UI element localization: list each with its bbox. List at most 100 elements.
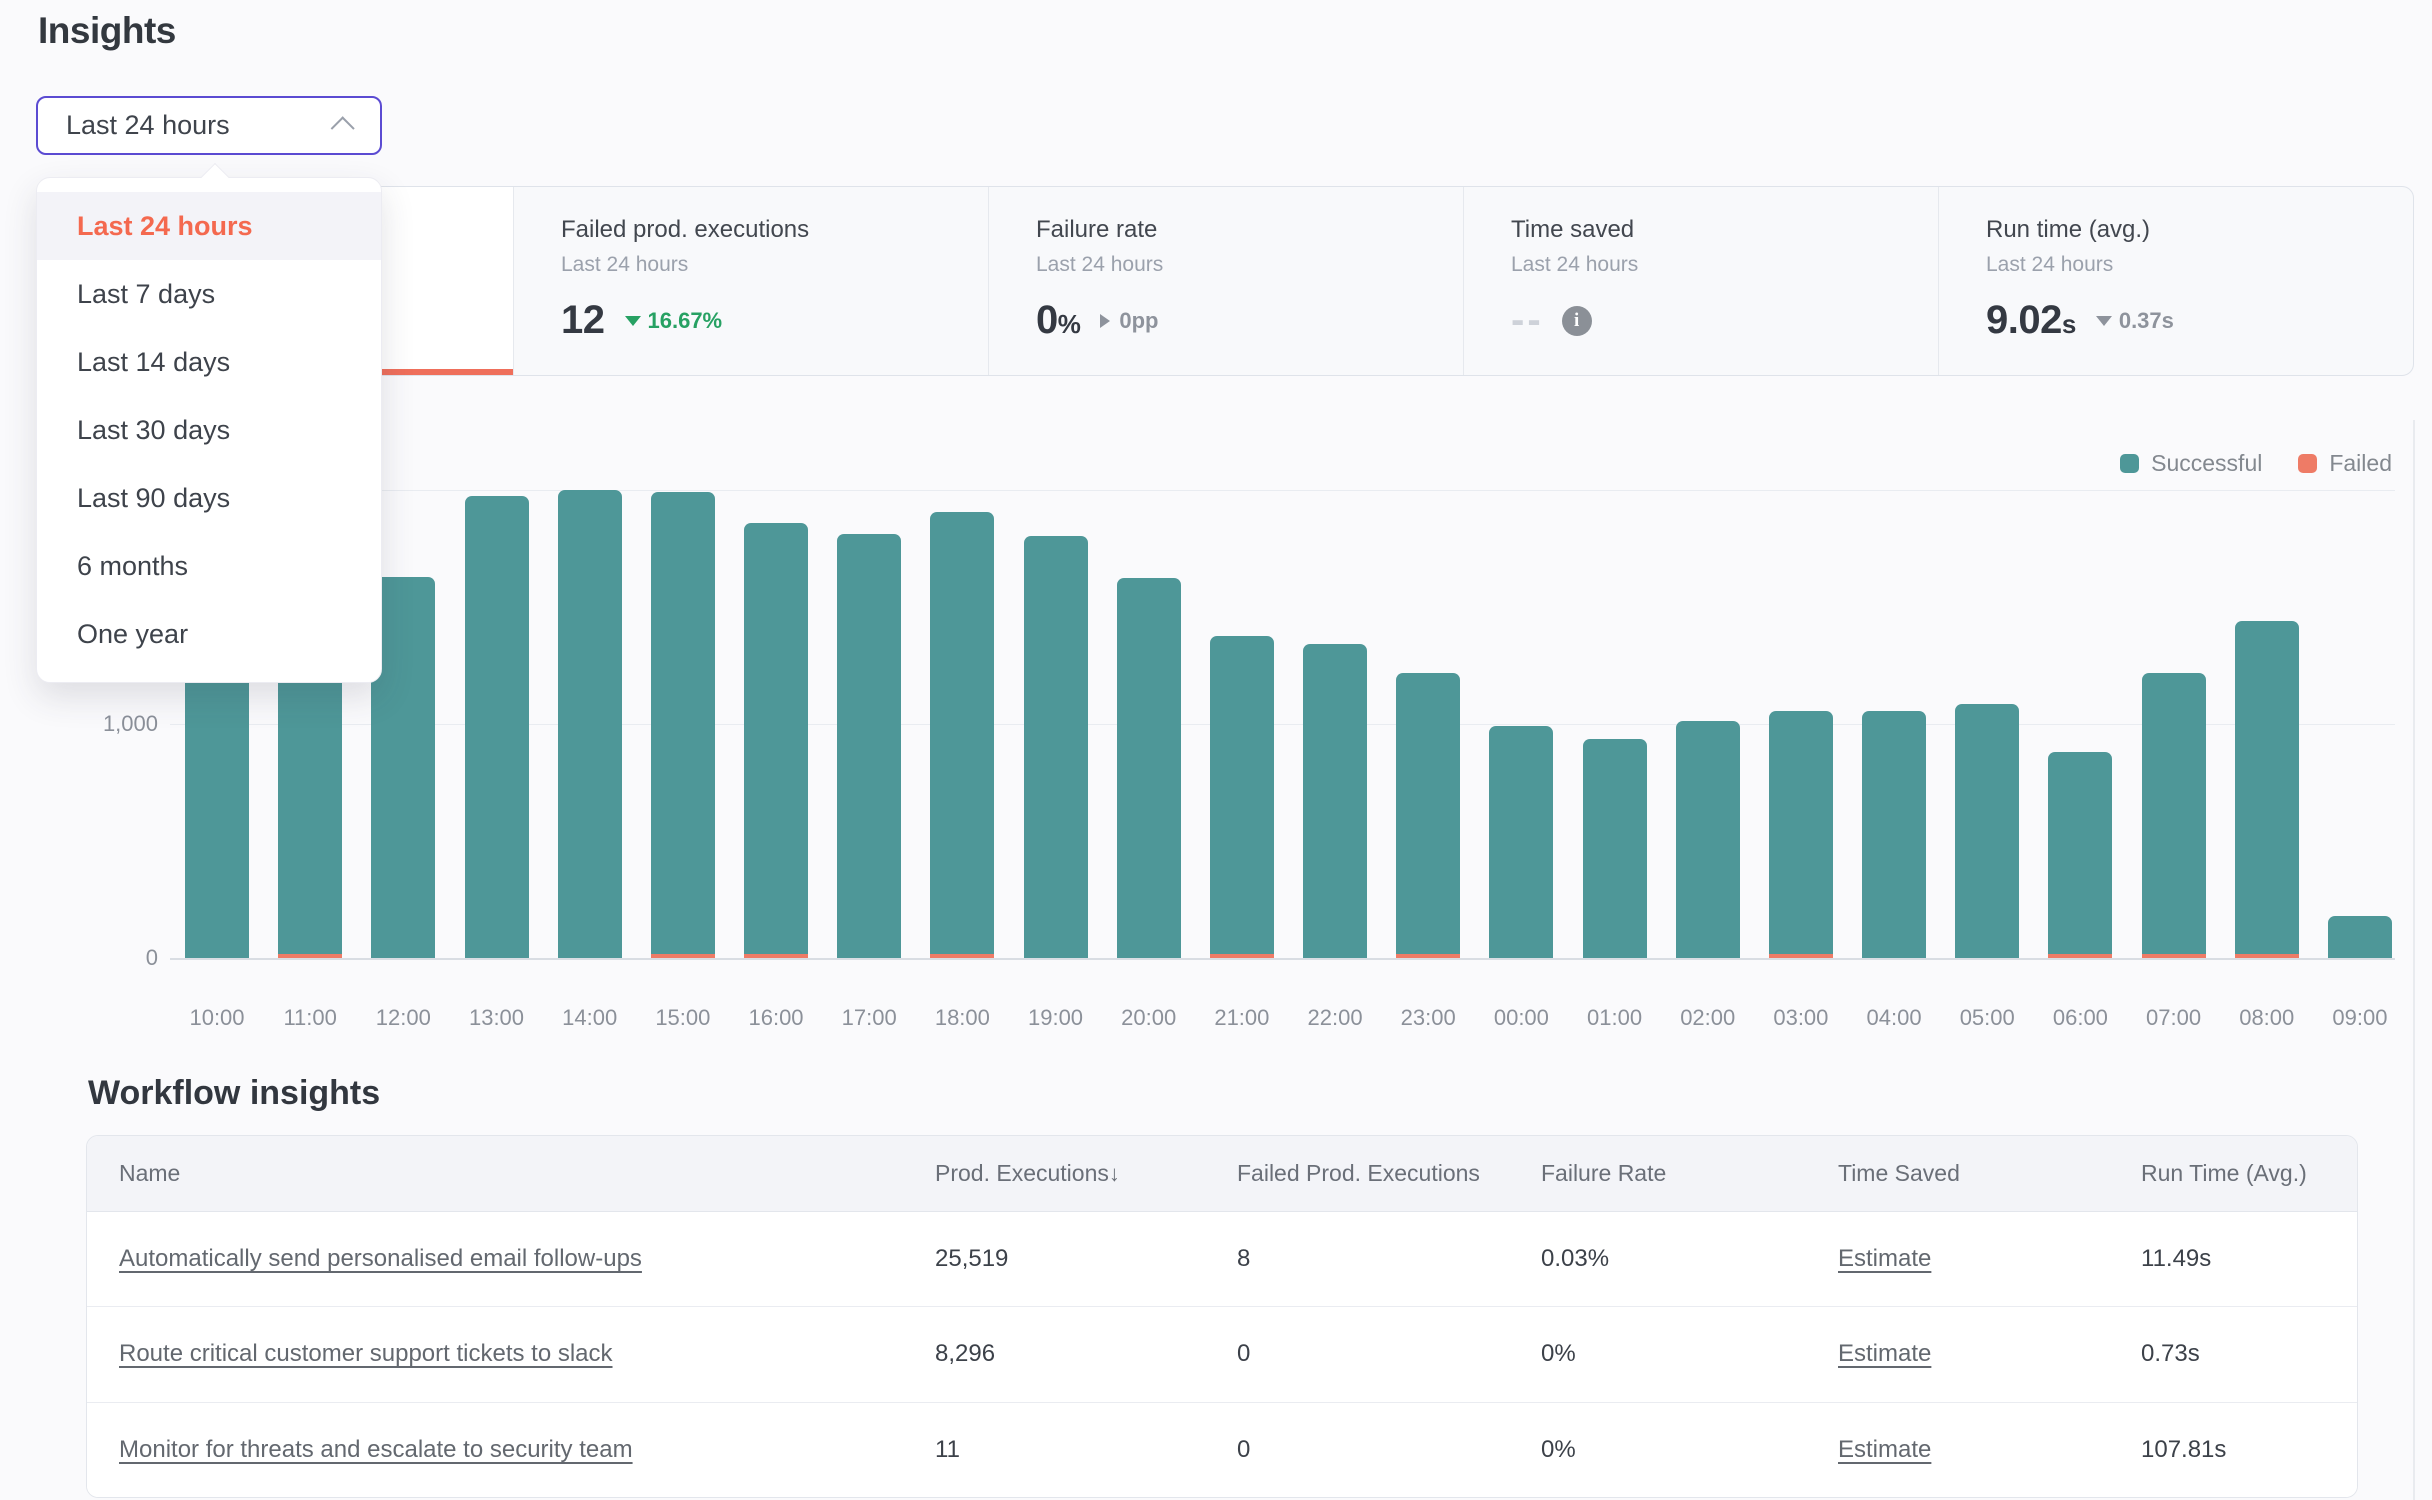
card-delta-text: 0.37s bbox=[2119, 308, 2174, 334]
table-row: Route critical customer support tickets … bbox=[87, 1307, 2357, 1402]
bar-failed-segment bbox=[1210, 954, 1274, 958]
bar-failed-segment bbox=[2142, 954, 2206, 958]
bar-01:00[interactable] bbox=[1583, 739, 1647, 958]
card-failure-rate[interactable]: Failure rate Last 24 hours 0% 0pp bbox=[988, 187, 1463, 375]
menu-option-one-year[interactable]: One year bbox=[37, 600, 381, 668]
card-value: 0% bbox=[1036, 298, 1080, 343]
bar-failed-segment bbox=[1769, 954, 1833, 958]
bar-23:00[interactable] bbox=[1396, 673, 1460, 958]
bar-09:00[interactable] bbox=[2328, 916, 2392, 958]
scrollbar-track[interactable] bbox=[2413, 420, 2415, 1500]
bar-17:00[interactable] bbox=[837, 534, 901, 958]
workflow-name-cell: Monitor for threats and escalate to secu… bbox=[87, 1436, 903, 1464]
menu-option-last-90-days[interactable]: Last 90 days bbox=[37, 464, 381, 532]
bar-07:00[interactable] bbox=[2142, 673, 2206, 958]
triangle-down-icon bbox=[625, 316, 641, 326]
legend-swatch-successful bbox=[2120, 454, 2139, 473]
bar-00:00[interactable] bbox=[1489, 726, 1553, 958]
menu-caret bbox=[201, 163, 229, 191]
bar-failed-segment bbox=[1396, 954, 1460, 958]
bar-13:00[interactable] bbox=[465, 496, 529, 958]
bar-05:00[interactable] bbox=[1955, 704, 2019, 958]
card-failed-prod-executions[interactable]: Failed prod. executions Last 24 hours 12… bbox=[513, 187, 988, 375]
info-icon[interactable]: i bbox=[1562, 306, 1592, 336]
workflow-insights-heading: Workflow insights bbox=[88, 1074, 380, 1113]
card-run-time-avg[interactable]: Run time (avg.) Last 24 hours 9.02s 0.37… bbox=[1938, 187, 2413, 375]
card-title: Failure rate bbox=[1036, 215, 1423, 245]
workflow-link[interactable]: Automatically send personalised email fo… bbox=[119, 1245, 642, 1272]
cell-time-saved: Estimate bbox=[1806, 1436, 2109, 1464]
estimate-link[interactable]: Estimate bbox=[1838, 1436, 1931, 1463]
bar-20:00[interactable] bbox=[1117, 578, 1181, 958]
menu-option-last-24-hours[interactable]: Last 24 hours bbox=[37, 192, 381, 260]
cell-prod_executions: 11 bbox=[903, 1436, 1205, 1464]
card-title: Time saved bbox=[1511, 215, 1898, 245]
bar-16:00[interactable] bbox=[744, 523, 808, 958]
bar-failed-segment bbox=[278, 954, 342, 958]
y-axis-tick-1,000: 1,000 bbox=[38, 711, 158, 737]
column-header-prod-executions[interactable]: Prod. Executions↓ bbox=[903, 1160, 1205, 1187]
bar-14:00[interactable] bbox=[558, 490, 622, 958]
bar-15:00[interactable] bbox=[651, 492, 715, 958]
bar-18:00[interactable] bbox=[930, 512, 994, 958]
legend-label: Failed bbox=[2329, 450, 2392, 477]
cell-failed_prod_executions: 0 bbox=[1205, 1340, 1509, 1368]
x-axis-label-09:00: 09:00 bbox=[2305, 1005, 2415, 1031]
bar-03:00[interactable] bbox=[1769, 711, 1833, 958]
cell-run-time: 11.49s bbox=[2109, 1245, 2357, 1273]
bar-08:00[interactable] bbox=[2235, 621, 2299, 958]
workflow-link[interactable]: Route critical customer support tickets … bbox=[119, 1340, 613, 1367]
cell-time-saved: Estimate bbox=[1806, 1340, 2109, 1368]
triangle-down-icon bbox=[2096, 316, 2112, 326]
bar-failed-segment bbox=[2235, 954, 2299, 958]
card-delta: 0pp bbox=[1100, 308, 1158, 334]
y-axis-tick-0: 0 bbox=[38, 945, 158, 971]
menu-option-last-7-days[interactable]: Last 7 days bbox=[37, 260, 381, 328]
menu-option-last-30-days[interactable]: Last 30 days bbox=[37, 396, 381, 464]
cell-failed_prod_executions: 0 bbox=[1205, 1436, 1509, 1464]
gridline-2000 bbox=[170, 490, 2395, 491]
card-subtitle: Last 24 hours bbox=[1986, 253, 2373, 277]
bar-04:00[interactable] bbox=[1862, 711, 1926, 958]
column-header-failed-prod-executions[interactable]: Failed Prod. Executions bbox=[1205, 1160, 1509, 1187]
bar-02:00[interactable] bbox=[1676, 721, 1740, 959]
bar-failed-segment bbox=[2048, 954, 2112, 958]
bar-19:00[interactable] bbox=[1024, 536, 1088, 958]
workflow-name-cell: Route critical customer support tickets … bbox=[87, 1340, 903, 1368]
bar-21:00[interactable] bbox=[1210, 636, 1274, 958]
column-header-run-time-avg-[interactable]: Run Time (Avg.) bbox=[2109, 1160, 2357, 1187]
card-value-unit: % bbox=[1058, 309, 1081, 339]
column-header-failure-rate[interactable]: Failure Rate bbox=[1509, 1160, 1806, 1187]
legend-item-successful[interactable]: Successful bbox=[2120, 450, 2262, 477]
card-subtitle: Last 24 hours bbox=[1511, 253, 1898, 277]
bar-06:00[interactable] bbox=[2048, 752, 2112, 958]
summary-cards-row: Failed prod. executions Last 24 hours 12… bbox=[38, 186, 2414, 376]
bar-failed-segment bbox=[930, 954, 994, 958]
card-value-unit: s bbox=[2062, 309, 2076, 339]
page-title: Insights bbox=[38, 10, 176, 52]
triangle-right-icon bbox=[1100, 314, 1110, 328]
estimate-link[interactable]: Estimate bbox=[1838, 1245, 1931, 1272]
x-axis-line bbox=[170, 958, 2395, 960]
period-select[interactable]: Last 24 hours bbox=[36, 96, 382, 155]
cell-prod_executions: 8,296 bbox=[903, 1340, 1205, 1368]
workflow-link[interactable]: Monitor for threats and escalate to secu… bbox=[119, 1436, 633, 1463]
card-value: -- bbox=[1511, 298, 1544, 343]
legend-item-failed[interactable]: Failed bbox=[2298, 450, 2392, 477]
card-time-saved[interactable]: Time saved Last 24 hours -- i bbox=[1463, 187, 1938, 375]
menu-option-last-14-days[interactable]: Last 14 days bbox=[37, 328, 381, 396]
column-header-name[interactable]: Name bbox=[87, 1160, 903, 1187]
menu-option-6-months[interactable]: 6 months bbox=[37, 532, 381, 600]
bar-10:00[interactable] bbox=[185, 642, 249, 958]
column-header-time-saved[interactable]: Time Saved bbox=[1806, 1160, 2109, 1187]
bar-22:00[interactable] bbox=[1303, 644, 1367, 958]
bar-failed-segment bbox=[744, 954, 808, 958]
card-delta: 0.37s bbox=[2096, 308, 2174, 334]
cell-run-time: 107.81s bbox=[2109, 1436, 2357, 1464]
card-delta-text: 0pp bbox=[1119, 308, 1158, 334]
estimate-link[interactable]: Estimate bbox=[1838, 1340, 1931, 1367]
period-select-value: Last 24 hours bbox=[66, 110, 230, 141]
cell-prod_executions: 25,519 bbox=[903, 1245, 1205, 1273]
cell-failure_rate: 0.03% bbox=[1509, 1245, 1806, 1273]
chevron-up-icon bbox=[331, 116, 355, 140]
